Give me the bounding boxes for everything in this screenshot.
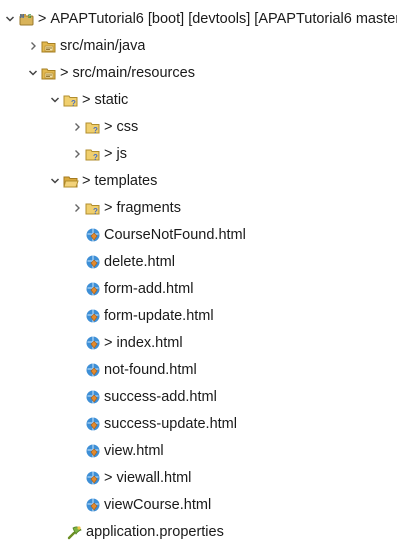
tree-row-src-main-java[interactable]: src/main/java xyxy=(0,32,397,59)
chevron-right-icon[interactable] xyxy=(26,32,39,59)
tree-item-label: static xyxy=(94,91,129,108)
tree-row-html-file[interactable]: CourseNotFound.html xyxy=(0,221,397,248)
tree-row-properties-file[interactable]: application.properties xyxy=(0,518,397,545)
folder-icon: ? xyxy=(85,146,101,162)
source-folder-icon xyxy=(41,65,57,81)
tree-item-label: src/main/java xyxy=(60,37,146,54)
svg-text:?: ? xyxy=(93,153,98,162)
tree-item-label: success-add.html xyxy=(104,388,217,405)
row-prefix: > xyxy=(104,469,113,486)
properties-file-icon xyxy=(67,524,83,540)
tree-item-label: js xyxy=(116,145,127,162)
html-file-icon xyxy=(85,308,101,324)
tree-row-html-file[interactable]: not-found.html xyxy=(0,356,397,383)
tree-item-label: view.html xyxy=(104,442,164,459)
chevron-right-icon[interactable] xyxy=(70,113,83,140)
html-file-icon xyxy=(85,416,101,432)
chevron-down-icon[interactable] xyxy=(48,167,61,194)
html-file-icon xyxy=(85,254,101,270)
chevron-right-icon[interactable] xyxy=(70,140,83,167)
row-prefix: > xyxy=(104,118,113,135)
row-prefix: > xyxy=(37,10,47,27)
folder-open-icon xyxy=(63,173,79,189)
folder-icon: ? xyxy=(63,92,79,108)
tree-item-label: APAPTutorial6 [boot] [devtools] [APAPTut… xyxy=(50,10,397,27)
chevron-right-icon[interactable] xyxy=(70,194,83,221)
tree-item-label: success-update.html xyxy=(104,415,237,432)
tree-row-html-file[interactable]: success-update.html xyxy=(0,410,397,437)
source-folder-icon xyxy=(41,38,57,54)
tree-row-project[interactable]: M S > APAPTutorial6 [boot] [devtools] [A… xyxy=(0,5,397,32)
tree-item-label: css xyxy=(116,118,139,135)
tree-row-html-file[interactable]: delete.html xyxy=(0,248,397,275)
folder-icon: ? xyxy=(85,119,101,135)
tree-item-label: form-update.html xyxy=(104,307,214,324)
tree-row-fragments[interactable]: ? > fragments xyxy=(0,194,397,221)
html-file-icon xyxy=(85,335,101,351)
tree-row-html-file[interactable]: form-add.html xyxy=(0,275,397,302)
html-file-icon xyxy=(85,443,101,459)
project-explorer-tree: M S > APAPTutorial6 [boot] [devtools] [A… xyxy=(0,0,397,546)
html-file-icon xyxy=(85,470,101,486)
html-file-icon xyxy=(85,389,101,405)
tree-row-js[interactable]: ? > js xyxy=(0,140,397,167)
row-prefix: > xyxy=(104,334,113,351)
html-file-icon xyxy=(85,281,101,297)
folder-icon: ? xyxy=(85,200,101,216)
tree-item-label: src/main/resources xyxy=(72,64,195,81)
tree-row-html-file[interactable]: form-update.html xyxy=(0,302,397,329)
tree-item-label: CourseNotFound.html xyxy=(104,226,246,243)
tree-row-css[interactable]: ? > css xyxy=(0,113,397,140)
tree-item-label: application.properties xyxy=(86,523,224,540)
svg-text:M: M xyxy=(20,14,24,20)
tree-row-html-file[interactable]: viewCourse.html xyxy=(0,491,397,518)
row-prefix: > xyxy=(60,64,69,81)
row-prefix: > xyxy=(104,145,113,162)
tree-item-label: templates xyxy=(94,172,158,189)
row-prefix: > xyxy=(104,199,113,216)
svg-text:?: ? xyxy=(93,126,98,135)
tree-item-label: viewall.html xyxy=(116,469,192,486)
html-file-icon xyxy=(85,362,101,378)
tree-row-static[interactable]: ? > static xyxy=(0,86,397,113)
tree-row-html-file[interactable]: success-add.html xyxy=(0,383,397,410)
tree-item-label: delete.html xyxy=(104,253,175,270)
tree-row-html-file[interactable]: view.html xyxy=(0,437,397,464)
tree-item-label: viewCourse.html xyxy=(104,496,212,513)
tree-row-src-main-resources[interactable]: > src/main/resources xyxy=(0,59,397,86)
tree-item-label: form-add.html xyxy=(104,280,194,297)
tree-row-html-file[interactable]: > index.html xyxy=(0,329,397,356)
chevron-down-icon[interactable] xyxy=(26,59,39,86)
html-file-icon xyxy=(85,497,101,513)
row-prefix: > xyxy=(82,172,91,189)
project-icon: M S xyxy=(19,11,35,27)
svg-text:?: ? xyxy=(93,207,98,216)
chevron-down-icon[interactable] xyxy=(48,86,61,113)
html-file-icon xyxy=(85,227,101,243)
tree-row-templates[interactable]: > templates xyxy=(0,167,397,194)
row-prefix: > xyxy=(82,91,91,108)
svg-text:?: ? xyxy=(71,99,76,108)
tree-row-html-file[interactable]: > viewall.html xyxy=(0,464,397,491)
tree-item-label: fragments xyxy=(116,199,181,216)
tree-item-label: not-found.html xyxy=(104,361,197,378)
tree-item-label: index.html xyxy=(116,334,183,351)
chevron-down-icon[interactable] xyxy=(4,5,17,32)
